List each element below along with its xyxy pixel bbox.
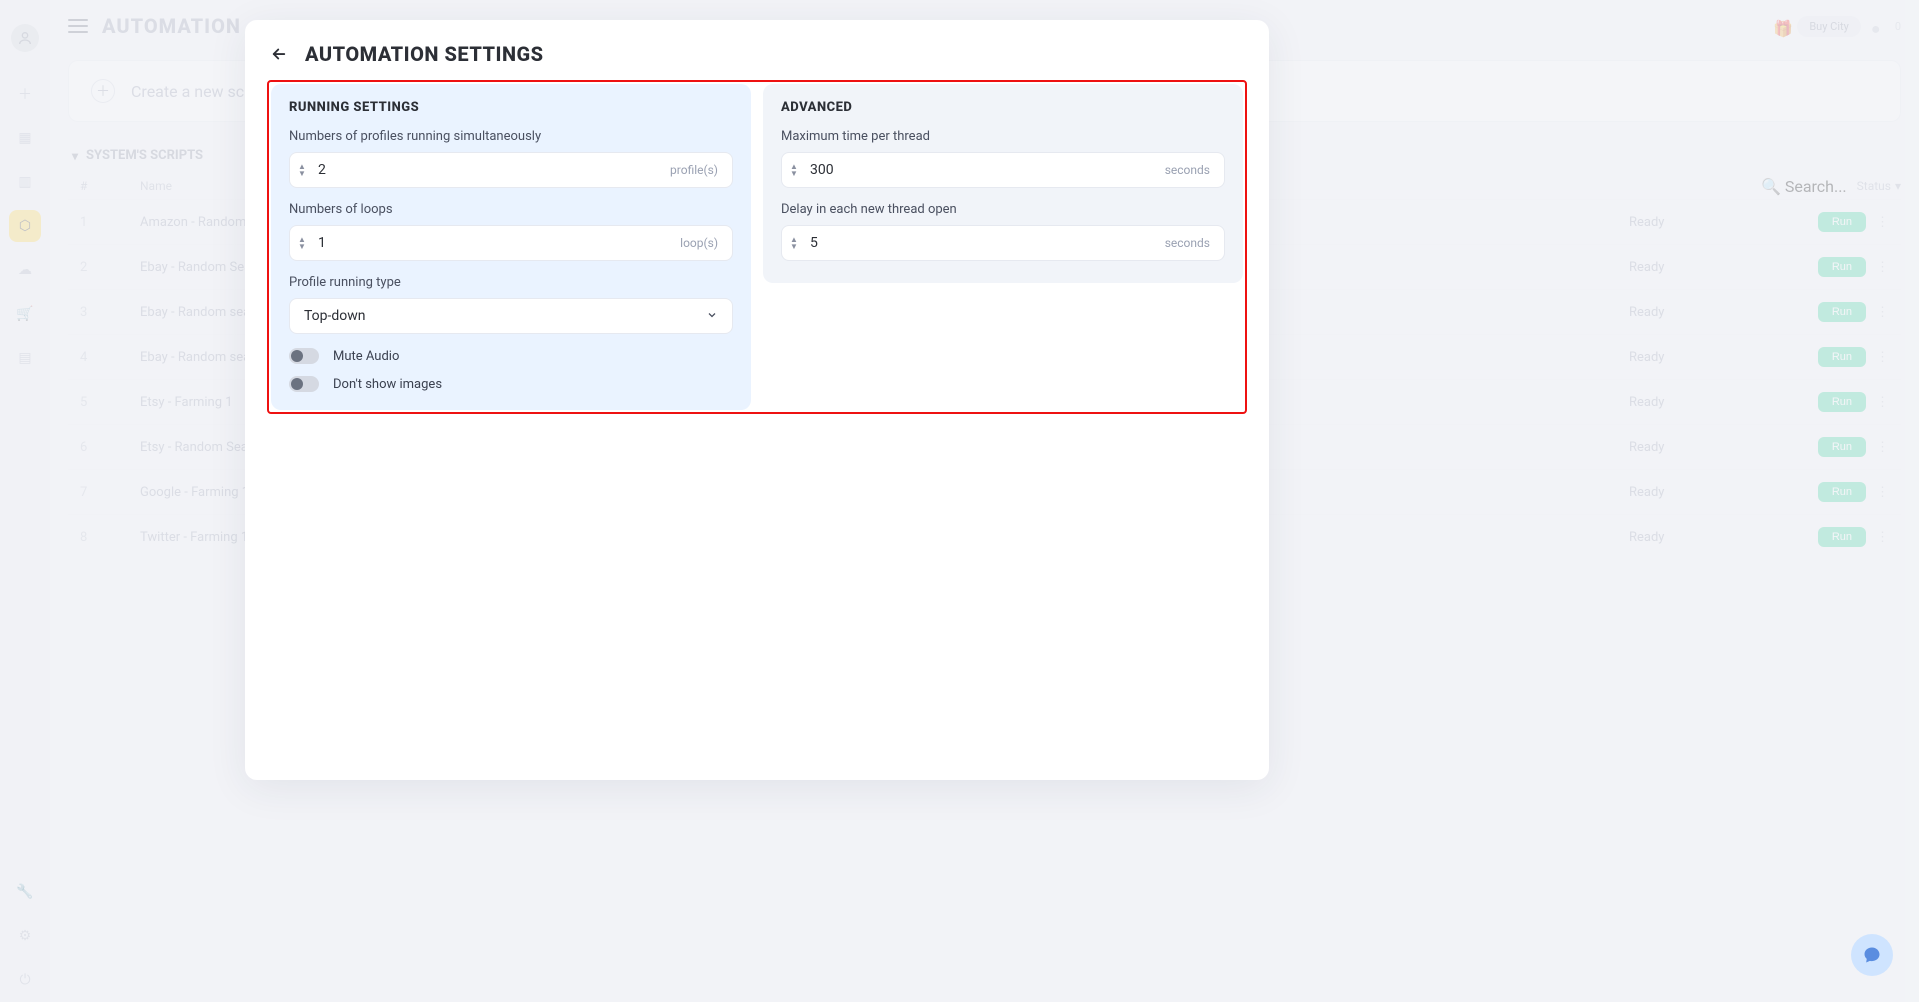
run-button[interactable]: Run [1818, 437, 1866, 457]
row-idx: 2 [80, 260, 140, 275]
run-button[interactable]: Run [1818, 527, 1866, 547]
back-button[interactable] [267, 42, 291, 66]
run-button[interactable]: Run [1818, 392, 1866, 412]
hide-images-label: Don't show images [333, 377, 442, 392]
row-menu-icon[interactable]: ⋮ [1876, 350, 1889, 365]
row-menu-icon[interactable]: ⋮ [1876, 530, 1889, 545]
row-status: Ready [1629, 350, 1769, 365]
loops-label: Numbers of loops [289, 202, 733, 217]
nav-gear-icon[interactable]: ⚙ [9, 920, 41, 952]
row-idx: 7 [80, 485, 140, 500]
profiles-suffix: profile(s) [670, 163, 718, 177]
delay-suffix: seconds [1165, 236, 1210, 250]
search-input[interactable]: 🔍 Search... [1761, 177, 1847, 196]
hide-images-toggle[interactable] [289, 376, 319, 392]
modal-title: AUTOMATION SETTINGS [305, 42, 544, 66]
chevron-icon: ▾ [72, 149, 78, 163]
nav-layers-icon[interactable]: ▥ [9, 166, 41, 198]
loops-input[interactable]: ▲▼ 1 loop(s) [289, 225, 733, 261]
row-status: Ready [1629, 215, 1769, 230]
row-idx: 6 [80, 440, 140, 455]
coin-icon: ● [1871, 19, 1885, 33]
row-menu-icon[interactable]: ⋮ [1876, 260, 1889, 275]
nav-cart-icon[interactable]: 🛒 [9, 298, 41, 330]
loops-suffix: loop(s) [680, 236, 718, 250]
row-idx: 3 [80, 305, 140, 320]
run-button[interactable]: Run [1818, 302, 1866, 322]
hamburger-icon[interactable] [68, 19, 88, 33]
run-button[interactable]: Run [1818, 347, 1866, 367]
row-menu-icon[interactable]: ⋮ [1876, 305, 1889, 320]
row-status: Ready [1629, 530, 1769, 545]
row-status: Ready [1629, 260, 1769, 275]
gift-icon[interactable]: 🎁 [1773, 19, 1787, 33]
maxtime-value: 300 [810, 162, 834, 178]
chevron-down-icon [706, 309, 718, 324]
row-status: Ready [1629, 395, 1769, 410]
nav-power-icon[interactable]: ⏻ [9, 964, 41, 996]
advanced-title: ADVANCED [781, 100, 1225, 115]
search-icon: 🔍 [1761, 177, 1781, 196]
delay-value: 5 [810, 235, 818, 251]
stepper-icon[interactable]: ▲▼ [298, 236, 306, 250]
nav-wrench-icon[interactable]: 🔧 [9, 876, 41, 908]
maxtime-input[interactable]: ▲▼ 300 seconds [781, 152, 1225, 188]
row-menu-icon[interactable]: ⋮ [1876, 485, 1889, 500]
row-idx: 5 [80, 395, 140, 410]
coin-count: 0 [1895, 20, 1901, 33]
row-status: Ready [1629, 440, 1769, 455]
running-settings-panel: RUNNING SETTINGS Numbers of profiles run… [271, 84, 751, 410]
nav-doc-icon[interactable]: ▤ [9, 342, 41, 374]
runtype-value: Top-down [304, 308, 366, 324]
row-menu-icon[interactable]: ⋮ [1876, 395, 1889, 410]
maxtime-suffix: seconds [1165, 163, 1210, 177]
run-button[interactable]: Run [1818, 482, 1866, 502]
plus-icon: ＋ [91, 79, 115, 103]
search-placeholder: Search... [1785, 177, 1847, 196]
runtype-select[interactable]: Top-down [289, 298, 733, 334]
row-idx: 1 [80, 215, 140, 230]
delay-label: Delay in each new thread open [781, 202, 1225, 217]
row-menu-icon[interactable]: ⋮ [1876, 440, 1889, 455]
status-dropdown[interactable]: Status▾ [1857, 179, 1901, 193]
nav-grid-icon[interactable]: ▦ [9, 122, 41, 154]
stepper-icon[interactable]: ▲▼ [298, 163, 306, 177]
maxtime-label: Maximum time per thread [781, 129, 1225, 144]
mute-audio-toggle[interactable] [289, 348, 319, 364]
stepper-icon[interactable]: ▲▼ [790, 163, 798, 177]
nav-cloud-icon[interactable]: ☁ [9, 254, 41, 286]
row-status: Ready [1629, 305, 1769, 320]
runtype-label: Profile running type [289, 275, 733, 290]
run-button[interactable]: Run [1818, 257, 1866, 277]
mute-audio-label: Mute Audio [333, 349, 399, 364]
row-menu-icon[interactable]: ⋮ [1876, 215, 1889, 230]
row-idx: 8 [80, 530, 140, 545]
left-sidebar: ＋ ▦ ▥ ⬡ ☁ 🛒 ▤ 🔧 ⚙ ⏻ [0, 0, 50, 1002]
loops-value: 1 [318, 235, 326, 251]
stepper-icon[interactable]: ▲▼ [790, 236, 798, 250]
profiles-input[interactable]: ▲▼ 2 profile(s) [289, 152, 733, 188]
profiles-value: 2 [318, 162, 326, 178]
settings-highlight: RUNNING SETTINGS Numbers of profiles run… [267, 80, 1247, 414]
avatar[interactable] [11, 24, 39, 52]
section-title: SYSTEM'S SCRIPTS [86, 148, 203, 163]
profiles-label: Numbers of profiles running simultaneous… [289, 129, 733, 144]
delay-input[interactable]: ▲▼ 5 seconds [781, 225, 1225, 261]
nav-plus-icon[interactable]: ＋ [9, 78, 41, 110]
chat-fab[interactable] [1851, 934, 1893, 976]
col-idx: # [80, 179, 140, 193]
running-settings-title: RUNNING SETTINGS [289, 100, 733, 115]
advanced-panel: ADVANCED Maximum time per thread ▲▼ 300 … [763, 84, 1243, 283]
buy-button[interactable]: Buy City [1797, 16, 1861, 37]
row-idx: 4 [80, 350, 140, 365]
automation-settings-modal: AUTOMATION SETTINGS RUNNING SETTINGS Num… [245, 20, 1269, 780]
run-button[interactable]: Run [1818, 212, 1866, 232]
row-status: Ready [1629, 485, 1769, 500]
page-title: AUTOMATION [102, 14, 241, 38]
nav-automation-icon[interactable]: ⬡ [9, 210, 41, 242]
